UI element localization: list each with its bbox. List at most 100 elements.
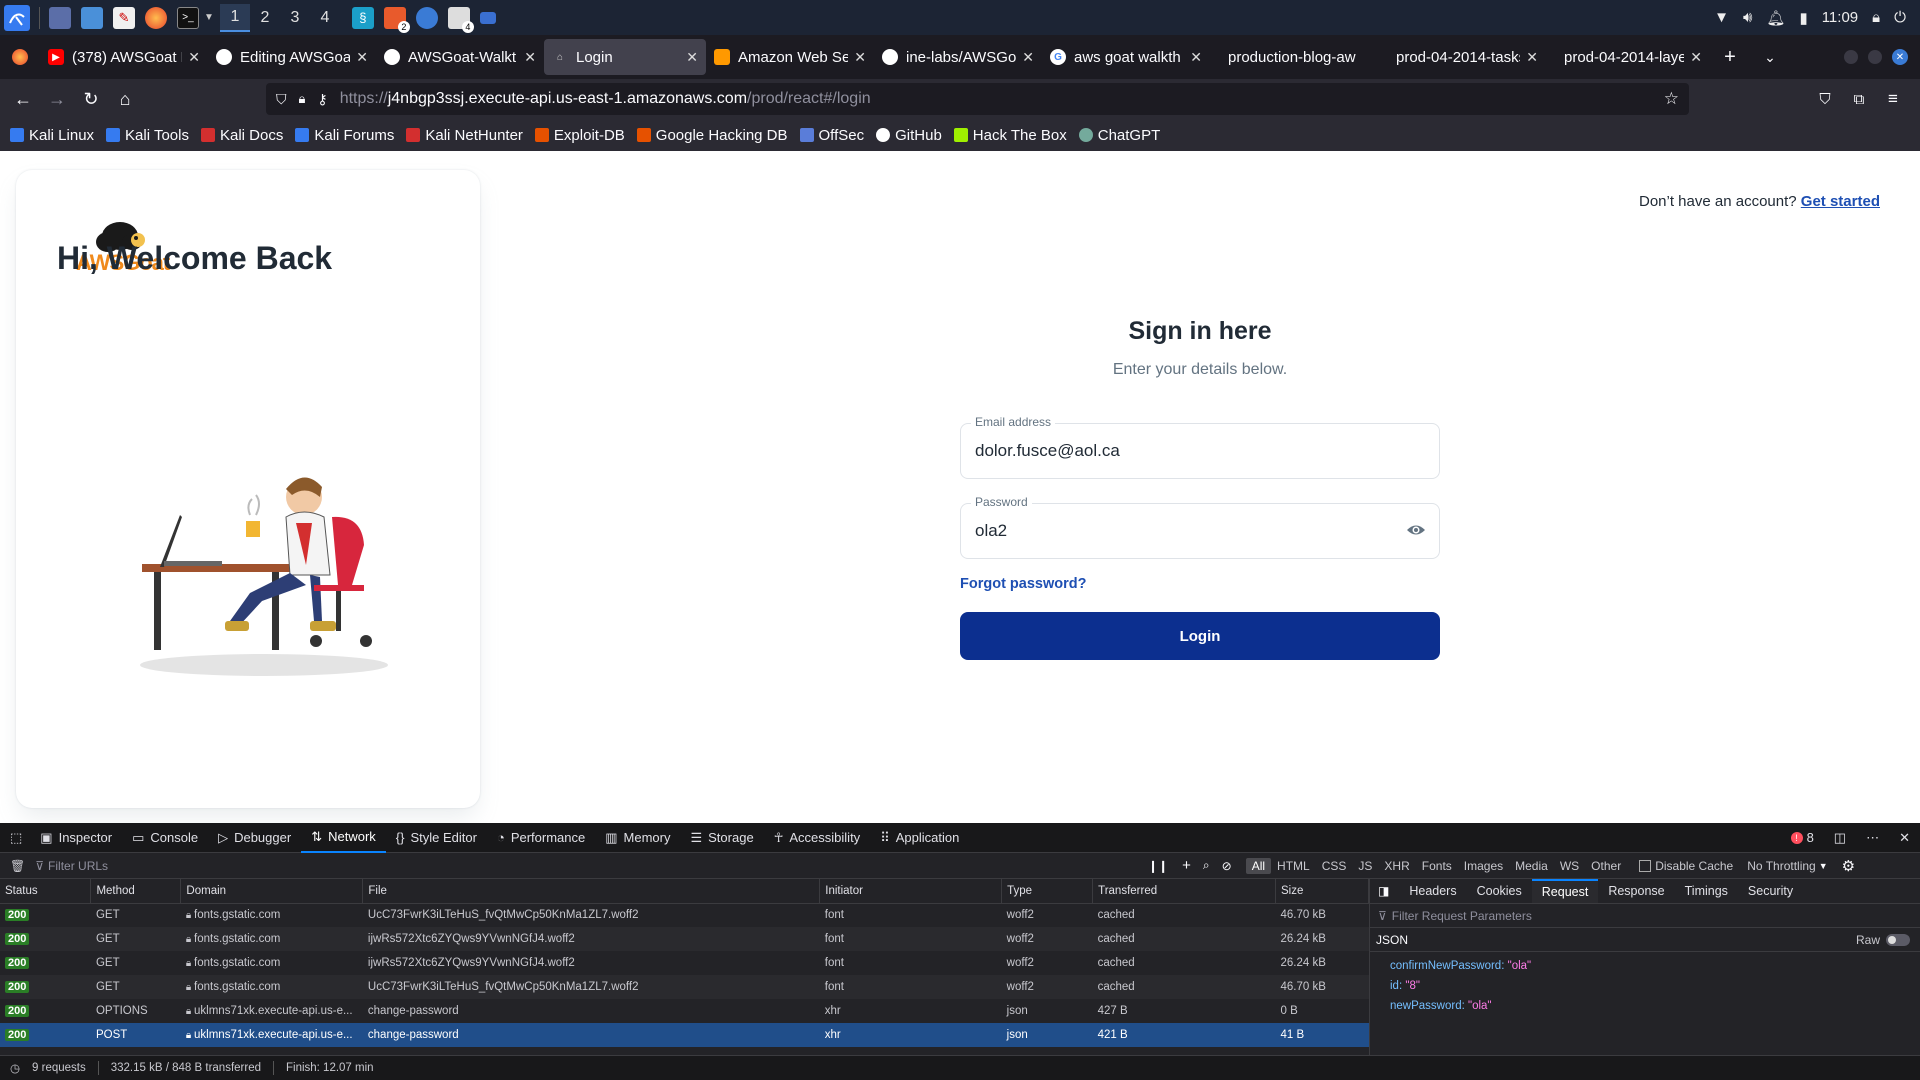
- table-row[interactable]: 200 POST 🔒︎ uklmns71xk.execute-api.us-e...…: [0, 1023, 1369, 1047]
- browser-tab[interactable]: G aws goat walkth ✕: [1042, 39, 1210, 75]
- extensions-icon[interactable]: ⧉: [1842, 82, 1876, 116]
- tab-storage[interactable]: ☰ Storage: [680, 823, 763, 853]
- forward-icon[interactable]: →: [40, 82, 74, 116]
- volume-icon[interactable]: 🔊︎: [1743, 9, 1752, 26]
- tab-headers[interactable]: Headers: [1399, 879, 1466, 903]
- bookmark-kali-forums[interactable]: Kali Forums: [295, 127, 394, 144]
- wifi-icon[interactable]: ▼: [1714, 9, 1729, 26]
- maximize-icon[interactable]: [1868, 50, 1882, 64]
- table-row[interactable]: 200 GET 🔒︎ fonts.gstatic.com UcC73FwrK3iLTe…: [0, 975, 1369, 999]
- close-icon[interactable]: ✕: [1526, 49, 1538, 66]
- bookmark-offsec[interactable]: OffSec: [799, 127, 864, 144]
- browser-tab[interactable]: ▶ (378) AWSGoat E ✕: [40, 39, 208, 75]
- browser-tab[interactable]: ine-labs/AWSGo ✕: [874, 39, 1042, 75]
- block-icon[interactable]: ⊘: [1222, 859, 1232, 873]
- column-header[interactable]: Domain: [180, 879, 364, 904]
- password-value[interactable]: ola2: [975, 521, 1007, 541]
- login-button[interactable]: Login: [960, 612, 1440, 660]
- close-icon[interactable]: ✕: [1190, 49, 1202, 66]
- shield-icon[interactable]: ⛉: [276, 91, 287, 108]
- close-icon[interactable]: ✕: [356, 49, 368, 66]
- close-icon[interactable]: ✕: [686, 49, 698, 66]
- filter-urls-input[interactable]: Filter URLs: [48, 859, 1148, 873]
- disable-cache-checkbox[interactable]: Disable Cache: [1639, 859, 1733, 873]
- column-header[interactable]: File: [362, 879, 821, 904]
- filter-ws[interactable]: WS: [1554, 858, 1585, 874]
- get-started-link[interactable]: Get started: [1801, 193, 1880, 210]
- bookmark-github[interactable]: GitHub: [876, 127, 942, 144]
- param-row[interactable]: confirmNewPassword: "ola": [1390, 956, 1920, 976]
- table-row[interactable]: 200 GET 🔒︎ fonts.gstatic.com ijwRs572Xtc6ZY…: [0, 951, 1369, 975]
- reload-icon[interactable]: ↻: [74, 82, 108, 116]
- chevron-down-icon[interactable]: ▼: [204, 12, 214, 23]
- app-icon[interactable]: §: [351, 6, 374, 29]
- bookmark-kali-tools[interactable]: Kali Tools: [106, 127, 189, 144]
- pick-element-icon[interactable]: ⬚: [0, 823, 30, 853]
- lock-icon[interactable]: 🔒︎: [299, 91, 306, 107]
- workspace-4[interactable]: 4: [310, 4, 340, 32]
- close-icon[interactable]: ✕: [1022, 49, 1034, 66]
- gear-icon[interactable]: ⚙: [1842, 857, 1855, 875]
- bookmark-google-hacking-db[interactable]: Google Hacking DB: [636, 127, 788, 144]
- column-header[interactable]: Transferred: [1092, 879, 1276, 904]
- add-icon[interactable]: +: [1182, 857, 1191, 874]
- bookmark-kali-linux[interactable]: Kali Linux: [10, 127, 94, 144]
- param-row[interactable]: id: "8": [1390, 976, 1920, 996]
- tab-console[interactable]: ▭ Console: [122, 823, 208, 853]
- lock-icon[interactable]: 🔒︎: [1872, 9, 1880, 26]
- bookmark-kali-nethunter[interactable]: Kali NetHunter: [406, 127, 523, 144]
- table-row[interactable]: 200 OPTIONS 🔒︎ uklmns71xk.execute-api.us-e…: [0, 999, 1369, 1023]
- screen-icon[interactable]: [479, 11, 496, 24]
- close-icon[interactable]: ✕: [1690, 49, 1702, 66]
- tab-cookies[interactable]: Cookies: [1467, 879, 1532, 903]
- minimize-icon[interactable]: [1844, 50, 1858, 64]
- trash-icon[interactable]: 🗑︎: [10, 859, 25, 873]
- kali-menu-icon[interactable]: [4, 4, 30, 31]
- battery-icon[interactable]: ▮: [1799, 9, 1807, 27]
- browser-tab[interactable]: prod-04-2014-layer ✕: [1546, 39, 1710, 75]
- url-bar[interactable]: ⛉ 🔒︎ ⚷ https://j4nbgp3ssj.execute-api.us…: [266, 83, 1689, 115]
- tab-accessibility[interactable]: ☥ Accessibility: [764, 823, 871, 853]
- close-icon[interactable]: ✕: [524, 49, 536, 66]
- close-icon[interactable]: ✕: [854, 49, 866, 66]
- browser-tab[interactable]: AWSGoat-Walkt ✕: [376, 39, 544, 75]
- pocket-icon[interactable]: ⛉: [1808, 82, 1842, 116]
- new-tab-icon[interactable]: +: [1710, 46, 1750, 69]
- back-icon[interactable]: ←: [6, 82, 40, 116]
- file-manager-icon[interactable]: [81, 6, 103, 29]
- workspace-3[interactable]: 3: [280, 4, 310, 32]
- error-count[interactable]: ! 8: [1781, 823, 1824, 853]
- throttling-select[interactable]: No Throttling: [1747, 859, 1815, 873]
- terminal-icon[interactable]: >_: [177, 6, 199, 29]
- tab-performance[interactable]: ◔ Performance: [487, 823, 595, 853]
- bookmark-chatgpt[interactable]: ChatGPT: [1078, 127, 1160, 144]
- search-icon[interactable]: ⌕: [1203, 858, 1210, 873]
- filter-params-input[interactable]: Filter Request Parameters: [1392, 909, 1532, 923]
- dock-icon[interactable]: ◫: [1824, 823, 1856, 853]
- clock[interactable]: 11:09: [1822, 9, 1858, 26]
- firefox-icon[interactable]: [145, 6, 167, 29]
- firefox-view-icon[interactable]: [0, 39, 40, 75]
- email-field[interactable]: Email address dolor.fusce@aol.ca: [960, 415, 1440, 479]
- tab-security[interactable]: Security: [1738, 879, 1803, 903]
- raw-toggle[interactable]: [1886, 933, 1910, 946]
- filter-js[interactable]: JS: [1352, 858, 1378, 874]
- tab-list-icon[interactable]: ⌄: [1750, 49, 1790, 66]
- filter-media[interactable]: Media: [1509, 858, 1554, 874]
- more-options-icon[interactable]: ⋯: [1856, 823, 1889, 853]
- desktop-icon[interactable]: [49, 6, 71, 29]
- column-header[interactable]: Method: [90, 879, 182, 904]
- notification-icon[interactable]: 🔔︎: [1766, 9, 1785, 27]
- table-row[interactable]: 200 GET 🔒︎ fonts.gstatic.com UcC73FwrK3iLTe…: [0, 903, 1369, 927]
- browser-icon[interactable]: [415, 6, 438, 29]
- close-window-icon[interactable]: ✕: [1892, 49, 1908, 65]
- column-header[interactable]: Initiator: [819, 879, 1003, 904]
- bookmark-kali-docs[interactable]: Kali Docs: [200, 127, 283, 144]
- param-row[interactable]: newPassword: "ola": [1390, 996, 1920, 1016]
- tab-debugger[interactable]: ▷ Debugger: [208, 823, 301, 853]
- power-icon[interactable]: ⏻: [1894, 9, 1906, 26]
- text-editor-icon[interactable]: ✎: [113, 6, 135, 29]
- filter-fonts[interactable]: Fonts: [1416, 858, 1458, 874]
- browser-tab-active[interactable]: ⌂ Login ✕: [544, 39, 706, 75]
- close-devtools-icon[interactable]: ✕: [1889, 823, 1920, 853]
